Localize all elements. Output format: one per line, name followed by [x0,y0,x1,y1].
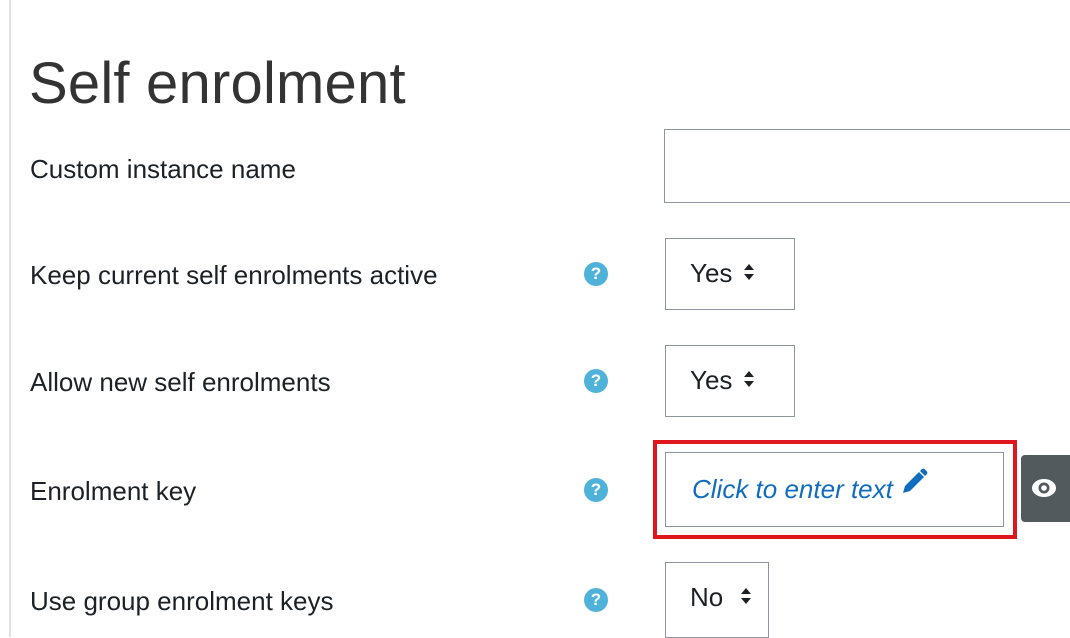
enrolment-key-placeholder: Click to enter text [692,474,893,504]
keep-current-enrolments-value: Yes [690,258,733,288]
select-arrows-icon [740,586,752,606]
question-icon[interactable]: ? [584,369,608,393]
pencil-icon [899,452,929,524]
keep-current-enrolments-label: Keep current self enrolments active [30,260,438,290]
allow-new-enrolments-select[interactable]: Yes [665,345,795,417]
select-arrows-icon [743,369,755,389]
group-enrolment-keys-value: No [690,582,724,612]
keep-current-enrolments-select[interactable]: Yes [665,238,795,310]
question-icon[interactable]: ? [584,478,608,502]
allow-new-enrolments-label: Allow new self enrolments [30,367,331,397]
allow-new-enrolments-value: Yes [690,365,733,395]
question-icon[interactable]: ? [584,262,608,286]
select-arrows-icon [743,262,755,282]
left-border [9,0,11,637]
enrolment-key-label: Enrolment key [30,476,197,506]
group-enrolment-keys-label: Use group enrolment keys [30,586,334,616]
enrolment-key-editable[interactable]: Click to enter text [665,452,1004,527]
custom-instance-name-input[interactable] [664,129,1070,203]
custom-instance-name-label: Custom instance name [30,154,296,184]
question-icon[interactable]: ? [584,588,608,612]
group-enrolment-keys-select[interactable]: No [665,562,769,638]
reveal-key-button[interactable] [1021,455,1070,522]
page-title: Self enrolment [29,51,406,116]
eye-icon [1031,477,1057,504]
